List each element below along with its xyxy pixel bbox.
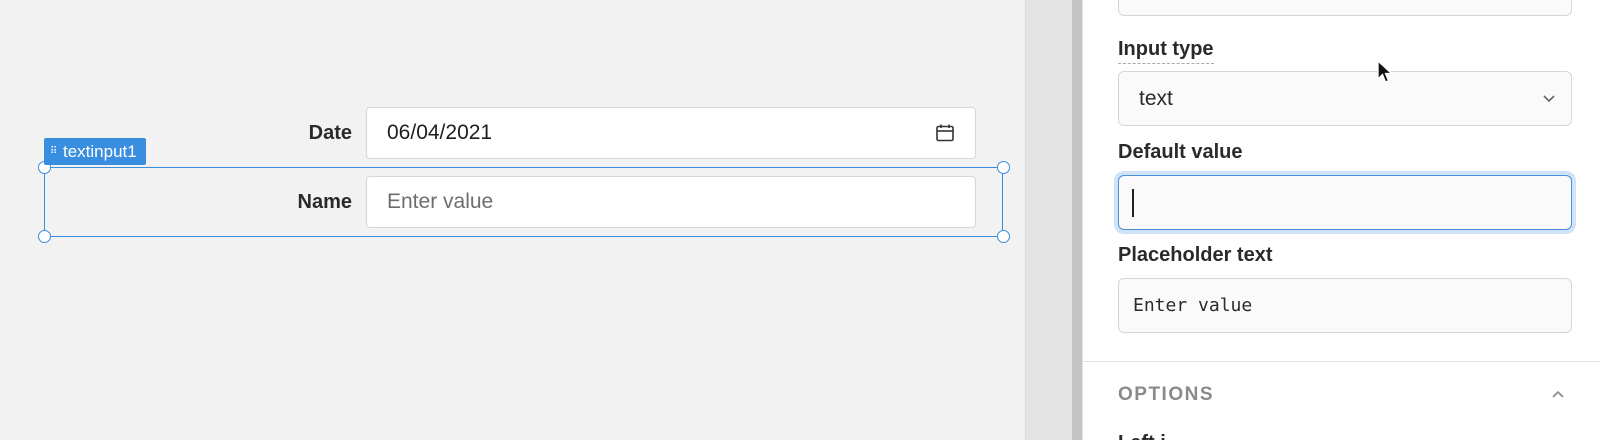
canvas-gutter <box>1025 0 1072 440</box>
resize-handle-top-right[interactable] <box>997 161 1010 174</box>
placeholder-text-value: Enter value <box>1133 295 1253 316</box>
options-section-header[interactable]: OPTIONS <box>1118 384 1214 406</box>
resize-handle-bottom-left[interactable] <box>38 230 51 243</box>
selection-box[interactable] <box>44 167 1003 237</box>
section-divider <box>1083 361 1600 362</box>
mouse-cursor-icon <box>1377 60 1393 83</box>
default-value-label: Default value <box>1118 141 1243 163</box>
inspector-panel: Input type text Default value Placeholde… <box>1082 0 1600 440</box>
canvas: Date 06/04/2021 Name Enter value ⠿ texti… <box>0 0 1025 440</box>
chevron-down-icon <box>1543 95 1555 103</box>
placeholder-text-label: Placeholder text <box>1118 244 1273 266</box>
text-caret <box>1132 189 1134 217</box>
date-field-row: Date 06/04/2021 <box>46 107 976 159</box>
panel-resize-bar[interactable] <box>1072 0 1082 440</box>
chevron-up-icon[interactable] <box>1550 386 1566 402</box>
placeholder-text-input[interactable]: Enter value <box>1118 278 1572 333</box>
default-value-input[interactable] <box>1118 175 1572 230</box>
input-type-value: text <box>1139 86 1173 110</box>
input-type-select[interactable]: text <box>1118 71 1572 126</box>
previous-field-input[interactable] <box>1118 0 1572 16</box>
input-type-label: Input type <box>1118 38 1214 64</box>
calendar-icon[interactable] <box>935 123 955 143</box>
drag-handle-icon[interactable]: ⠿ <box>50 147 58 157</box>
selection-tag[interactable]: ⠿ textinput1 <box>44 138 146 165</box>
date-value: 06/04/2021 <box>387 121 493 144</box>
date-input[interactable]: 06/04/2021 <box>366 107 976 159</box>
resize-handle-bottom-right[interactable] <box>997 230 1010 243</box>
selection-tag-label: textinput1 <box>63 141 137 161</box>
options-first-label: Left i... <box>1118 432 1182 440</box>
